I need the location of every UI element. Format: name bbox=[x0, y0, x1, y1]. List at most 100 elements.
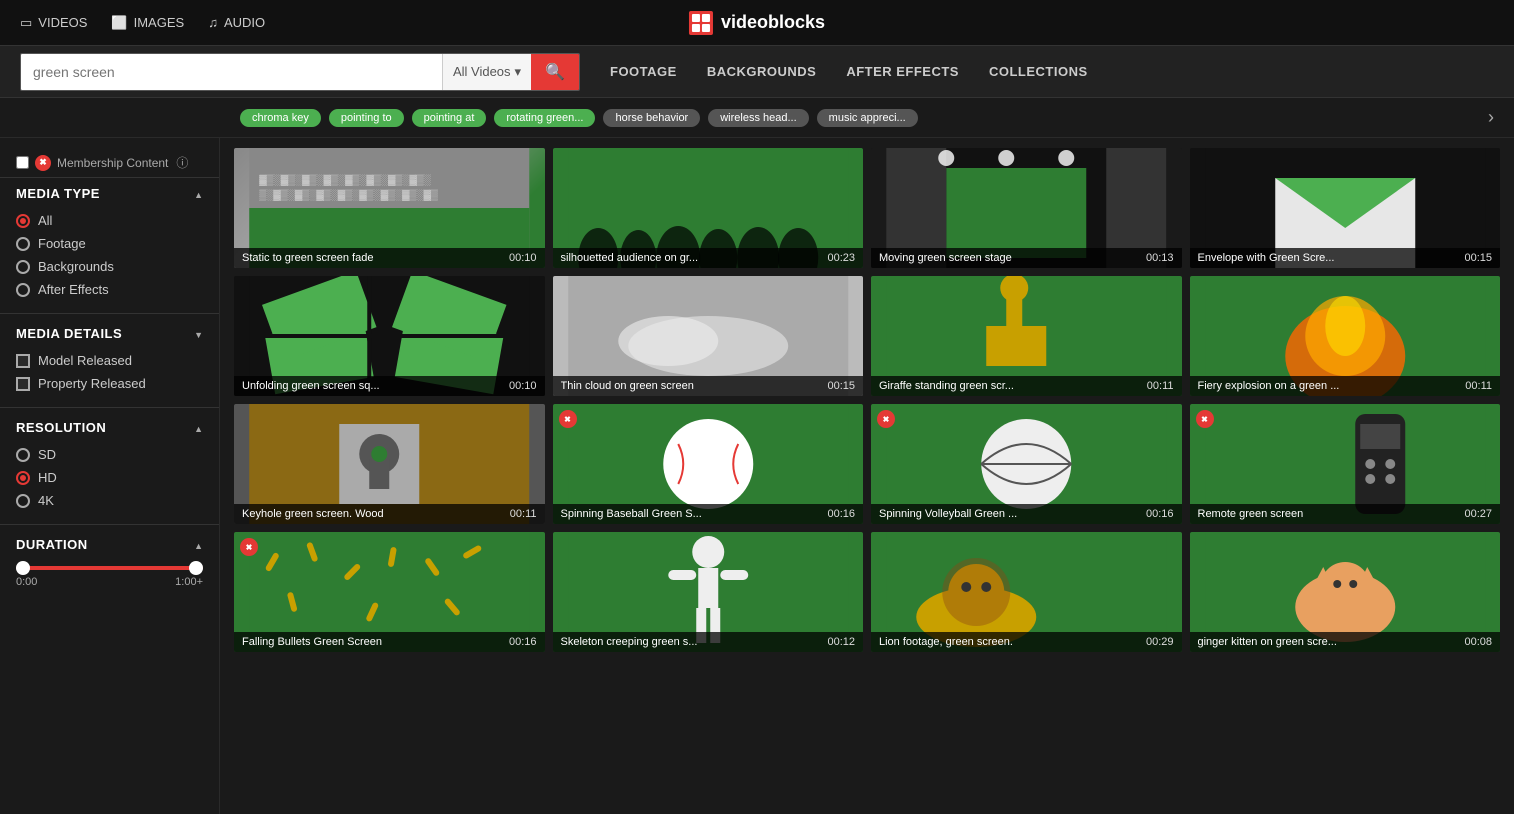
video-card-5[interactable]: Thin cloud on green screen00:15 bbox=[553, 276, 864, 396]
nav-link-collections[interactable]: COLLECTIONS bbox=[989, 64, 1088, 79]
video-info-14: Lion footage, green screen.00:29 bbox=[871, 632, 1182, 652]
membership-label: Membership Content bbox=[57, 156, 168, 170]
membership-info-icon: ⓘ bbox=[176, 154, 188, 171]
radio-all bbox=[16, 214, 30, 228]
resolution-4k[interactable]: 4K bbox=[16, 489, 203, 512]
tag-1[interactable]: pointing to bbox=[329, 109, 404, 127]
video-thumb-15: ginger kitten on green scre... 00:08 bbox=[1190, 532, 1501, 652]
video-title-13: Skeleton creeping green s... bbox=[561, 636, 698, 648]
tag-3[interactable]: rotating green... bbox=[494, 109, 595, 127]
video-duration-8: 00:11 bbox=[510, 508, 537, 520]
tag-2[interactable]: pointing at bbox=[412, 109, 487, 127]
video-title-7: Fiery explosion on a green ... bbox=[1198, 380, 1340, 392]
media-type-all-label: All bbox=[38, 213, 52, 228]
video-title-0: Static to green screen fade bbox=[242, 252, 373, 264]
duration-header[interactable]: Duration bbox=[16, 537, 203, 552]
video-card-8[interactable]: Keyhole green screen. Wood00:11 bbox=[234, 404, 545, 524]
video-card-10[interactable]: ✖ Spinning Volleyball Green ... 00:16 bbox=[871, 404, 1182, 524]
video-duration-7: 00:11 bbox=[1465, 380, 1492, 392]
video-card-13[interactable]: Skeleton creeping green s...00:12 bbox=[553, 532, 864, 652]
video-card-12[interactable]: ✖Falling Bullets Green Screen00:16 bbox=[234, 532, 545, 652]
video-duration-6: 00:11 bbox=[1147, 380, 1174, 392]
slider-thumb-left[interactable] bbox=[16, 561, 30, 575]
video-duration-15: 00:08 bbox=[1464, 636, 1492, 648]
video-title-15: ginger kitten on green scre... bbox=[1198, 636, 1337, 648]
video-title-4: Unfolding green screen sq... bbox=[242, 380, 380, 392]
video-thumb-9: ✖Spinning Baseball Green S...00:16 bbox=[553, 404, 864, 524]
video-card-2[interactable]: Moving green screen stage00:13 bbox=[871, 148, 1182, 268]
tag-4[interactable]: horse behavior bbox=[603, 109, 700, 127]
media-property-released[interactable]: Property Released bbox=[16, 372, 203, 395]
video-info-11: Remote green screen00:27 bbox=[1190, 504, 1501, 524]
tag-6[interactable]: music appreci... bbox=[817, 109, 918, 127]
nav-link-footage[interactable]: FOOTAGE bbox=[610, 64, 677, 79]
media-details-header[interactable]: Media Details bbox=[16, 326, 203, 341]
video-thumb-2: Moving green screen stage00:13 bbox=[871, 148, 1182, 268]
duration-chevron bbox=[194, 537, 203, 552]
membership-checkbox[interactable] bbox=[16, 156, 29, 169]
search-input[interactable] bbox=[21, 54, 442, 90]
tag-0[interactable]: chroma key bbox=[240, 109, 321, 127]
resolution-header[interactable]: Resolution bbox=[16, 420, 203, 435]
slider-labels: 0:00 1:00+ bbox=[16, 576, 203, 588]
video-duration-2: 00:13 bbox=[1146, 252, 1174, 264]
video-card-4[interactable]: Unfolding green screen sq...00:10 bbox=[234, 276, 545, 396]
video-card-3[interactable]: Envelope with Green Scre...00:15 bbox=[1190, 148, 1501, 268]
video-card-15[interactable]: ginger kitten on green scre... 00:08 bbox=[1190, 532, 1501, 652]
media-type-header[interactable]: Media Type bbox=[16, 186, 203, 201]
video-info-2: Moving green screen stage00:13 bbox=[871, 248, 1182, 268]
slider-thumb-right[interactable] bbox=[189, 561, 203, 575]
video-info-8: Keyhole green screen. Wood00:11 bbox=[234, 504, 545, 524]
media-type-all[interactable]: All bbox=[16, 209, 203, 232]
media-type-footage[interactable]: Footage bbox=[16, 232, 203, 255]
video-title-10: Spinning Volleyball Green ... bbox=[879, 508, 1017, 520]
duration-section: Duration 0:00 1:00+ bbox=[0, 529, 219, 600]
video-card-9[interactable]: ✖Spinning Baseball Green S...00:16 bbox=[553, 404, 864, 524]
search-button[interactable]: 🔍 bbox=[531, 54, 579, 90]
video-duration-10: 00:16 bbox=[1146, 508, 1174, 520]
media-type-aftereffects[interactable]: After Effects bbox=[16, 278, 203, 301]
radio-footage bbox=[16, 237, 30, 251]
media-type-aftereffects-label: After Effects bbox=[38, 282, 109, 297]
search-dropdown[interactable]: All Videos ▾ bbox=[442, 54, 531, 90]
tags-row: chroma key pointing to pointing at rotat… bbox=[0, 98, 1514, 138]
media-model-released[interactable]: Model Released bbox=[16, 349, 203, 372]
video-title-11: Remote green screen bbox=[1198, 508, 1304, 520]
tag-5[interactable]: wireless head... bbox=[708, 109, 808, 127]
duration-slider[interactable]: 0:00 1:00+ bbox=[16, 560, 203, 592]
nav-link-backgrounds[interactable]: BACKGROUNDS bbox=[707, 64, 817, 79]
video-card-14[interactable]: Lion footage, green screen.00:29 bbox=[871, 532, 1182, 652]
nav-videos[interactable]: ▭ VIDEOS bbox=[20, 15, 87, 31]
nav-audio[interactable]: ♫ AUDIO bbox=[208, 15, 265, 30]
video-grid: ▓▒░▓▒░▓▒░▓▒░▓▒░▓▒░▓▒░▓▒░▒░▓▒░▓▒░▓▒░▓▒░▓▒… bbox=[234, 148, 1500, 652]
tags-next-arrow[interactable]: › bbox=[1488, 107, 1494, 128]
video-card-11[interactable]: ✖Remote green screen00:27 bbox=[1190, 404, 1501, 524]
resolution-sd-label: SD bbox=[38, 447, 56, 462]
media-type-backgrounds[interactable]: Backgrounds bbox=[16, 255, 203, 278]
svg-text:▓▒░▓▒░▓▒░▓▒░▓▒░▓▒░▓▒░▓▒░: ▓▒░▓▒░▓▒░▓▒░▓▒░▓▒░▓▒░▓▒░ bbox=[259, 174, 431, 186]
video-icon: ▭ bbox=[20, 15, 32, 31]
video-thumb-3: Envelope with Green Scre...00:15 bbox=[1190, 148, 1501, 268]
video-card-1[interactable]: silhouetted audience on gr... 00:23 bbox=[553, 148, 864, 268]
logo-icon bbox=[689, 11, 713, 35]
video-card-0[interactable]: ▓▒░▓▒░▓▒░▓▒░▓▒░▓▒░▓▒░▓▒░▒░▓▒░▓▒░▓▒░▓▒░▓▒… bbox=[234, 148, 545, 268]
media-model-released-label: Model Released bbox=[38, 353, 132, 368]
video-duration-1: 00:23 bbox=[827, 252, 855, 264]
media-type-section: Media Type All Footage Backgrounds After… bbox=[0, 178, 219, 309]
video-card-6[interactable]: Giraffe standing green scr...00:11 bbox=[871, 276, 1182, 396]
resolution-title: Resolution bbox=[16, 420, 106, 435]
resolution-hd[interactable]: HD bbox=[16, 466, 203, 489]
nav-images[interactable]: ⬜ IMAGES bbox=[111, 15, 184, 31]
media-details-title: Media Details bbox=[16, 326, 122, 341]
video-title-14: Lion footage, green screen. bbox=[879, 636, 1013, 648]
content-area: ▓▒░▓▒░▓▒░▓▒░▓▒░▓▒░▓▒░▓▒░▒░▓▒░▓▒░▓▒░▓▒░▓▒… bbox=[220, 138, 1514, 814]
resolution-chevron bbox=[194, 420, 203, 435]
radio-sd bbox=[16, 448, 30, 462]
video-thumb-4: Unfolding green screen sq...00:10 bbox=[234, 276, 545, 396]
logo[interactable]: videoblocks bbox=[689, 11, 825, 35]
member-badge-10: ✖ bbox=[877, 410, 895, 428]
video-title-1: silhouetted audience on gr... bbox=[561, 252, 699, 264]
video-card-7[interactable]: Fiery explosion on a green ... 00:11 bbox=[1190, 276, 1501, 396]
nav-link-aftereffects[interactable]: AFTER EFFECTS bbox=[846, 64, 959, 79]
resolution-sd[interactable]: SD bbox=[16, 443, 203, 466]
